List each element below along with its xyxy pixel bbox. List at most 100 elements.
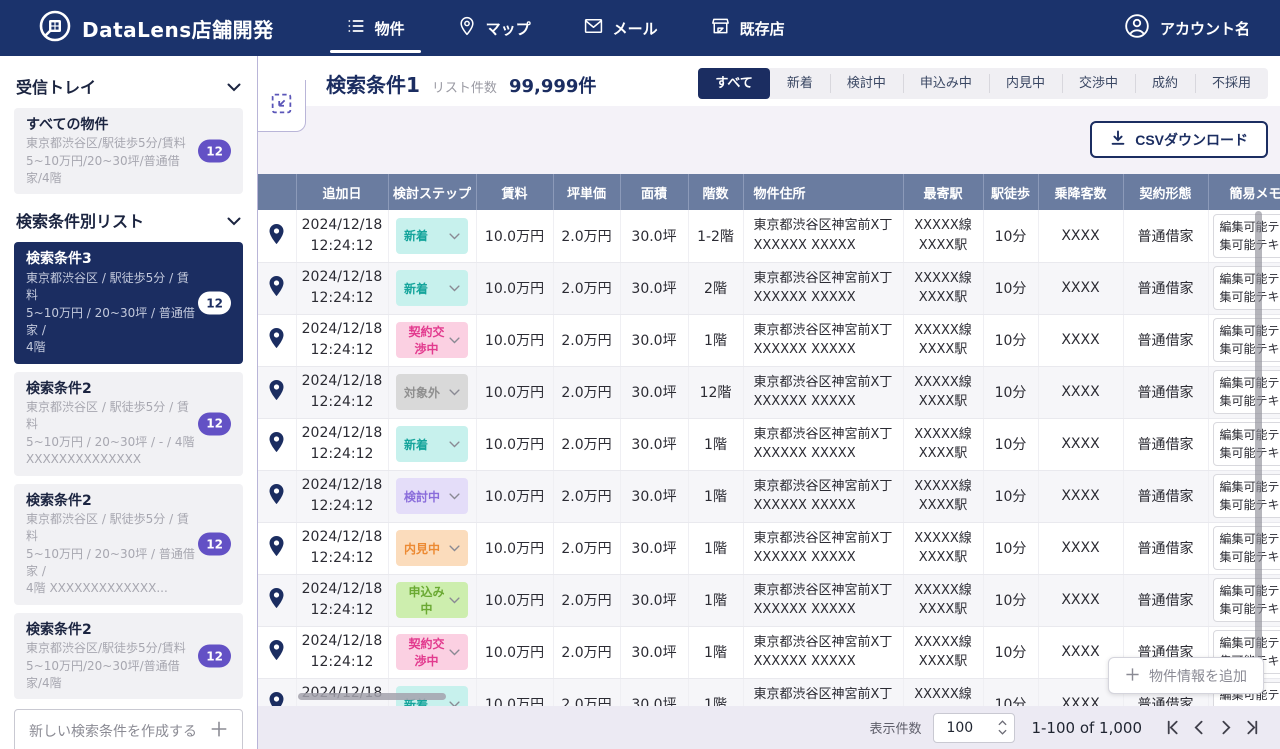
memo-field[interactable]: 編集可能テ集可能テキ bbox=[1213, 474, 1280, 518]
map-pin-icon[interactable] bbox=[266, 338, 287, 354]
search-condition-title: 検索条件2 bbox=[26, 379, 231, 399]
csv-download-button[interactable]: CSVダウンロード bbox=[1090, 121, 1268, 158]
search-condition-item[interactable]: 検索条件2 東京都渋谷区 / 駅徒歩5分 / 賃料5~10万円 / 20~30坪… bbox=[14, 484, 243, 605]
horizontal-scrollbar[interactable] bbox=[298, 693, 446, 700]
cell-floor: 2階 bbox=[688, 262, 743, 314]
memo-field[interactable]: 編集可能テ集可能テキ bbox=[1213, 214, 1280, 258]
search-condition-desc: 東京都渋谷区 / 駅徒歩5分 / 賃料5~10万円 / 20~30坪 / - /… bbox=[26, 399, 231, 469]
table-row[interactable]: 2024/12/1812:24:12 申込み中 10.0万円 2.0万円 30.… bbox=[258, 574, 1280, 626]
memo-field[interactable]: 編集可能テ集可能テキ bbox=[1213, 526, 1280, 570]
pin-column-header bbox=[258, 174, 296, 210]
inbox-section-header[interactable]: 受信トレイ bbox=[14, 68, 243, 108]
last-page-icon[interactable] bbox=[1238, 715, 1264, 741]
top-navbar: DataLens店舗開発 物件マップメール 既存店 アカウント名 bbox=[0, 0, 1280, 56]
status-tab-交渉中[interactable]: 交渉中 bbox=[1062, 68, 1135, 99]
nav-item-map[interactable]: マップ bbox=[431, 0, 557, 56]
memo-field[interactable]: 編集可能テ集可能テキ bbox=[1213, 370, 1280, 414]
table-row[interactable]: 2024/12/1812:24:12 内見中 10.0万円 2.0万円 30.0… bbox=[258, 522, 1280, 574]
status-badge-dropdown[interactable]: 契約交渉中 bbox=[396, 634, 468, 670]
status-badge-dropdown[interactable]: 新着 bbox=[396, 426, 468, 462]
collapse-sidebar-tab[interactable] bbox=[258, 80, 306, 132]
status-tab-不採用[interactable]: 不採用 bbox=[1195, 68, 1268, 99]
prev-page-icon[interactable] bbox=[1186, 715, 1212, 741]
per-page-label: 表示件数 bbox=[869, 718, 921, 737]
cell-status: 申込み中 bbox=[388, 574, 476, 626]
per-page-input[interactable]: 100 bbox=[933, 713, 1015, 743]
memo-field[interactable]: 編集可能テ集可能テキ bbox=[1213, 578, 1280, 622]
spinner-icons[interactable] bbox=[998, 720, 1007, 735]
memo-field[interactable]: 編集可能テ集可能テキ bbox=[1213, 422, 1280, 466]
nav-item-label: 既存店 bbox=[740, 18, 785, 39]
create-search-condition-button[interactable]: 新しい検索条件を作成する bbox=[14, 709, 243, 749]
map-pin-icon[interactable] bbox=[266, 650, 287, 666]
table-row[interactable]: 2024/12/1812:24:12 検討中 10.0万円 2.0万円 30.0… bbox=[258, 470, 1280, 522]
brand: DataLens店舗開発 bbox=[38, 9, 274, 47]
memo-field[interactable]: 編集可能テ集可能テキ bbox=[1213, 266, 1280, 310]
cell-pin bbox=[258, 470, 296, 522]
add-property-button[interactable]: 物件情報を追加 bbox=[1108, 657, 1264, 694]
cell-unit-price: 2.0万円 bbox=[553, 522, 620, 574]
table-row[interactable]: 2024/12/1812:24:12 新着 10.0万円 2.0万円 30.0坪… bbox=[258, 210, 1280, 262]
status-tab-成約[interactable]: 成約 bbox=[1135, 68, 1195, 99]
first-page-icon[interactable] bbox=[1160, 715, 1186, 741]
status-badge-dropdown[interactable]: 対象外 bbox=[396, 374, 468, 410]
vertical-scrollbar[interactable] bbox=[1255, 211, 1262, 689]
status-tab-内見中[interactable]: 内見中 bbox=[989, 68, 1062, 99]
status-badge-dropdown[interactable]: 新着 bbox=[396, 270, 468, 306]
cell-address: 東京都渋谷区神宮前X丁XXXXXX XXXXX bbox=[743, 210, 903, 262]
search-condition-title: 検索条件2 bbox=[26, 620, 231, 640]
nav-item-kisonten[interactable]: 既存店 bbox=[684, 0, 811, 56]
memo-field[interactable]: 編集可能テ集可能テキ bbox=[1213, 318, 1280, 362]
cell-pin bbox=[258, 678, 296, 706]
cell-unit-price: 2.0万円 bbox=[553, 210, 620, 262]
account-menu[interactable]: アカウント名 bbox=[1124, 13, 1250, 43]
cell-floor: 1-2階 bbox=[688, 210, 743, 262]
pagination-bar: 表示件数 100 1-100 of 1,000 bbox=[258, 706, 1280, 749]
cell-contract-type: 普通借家 bbox=[1123, 366, 1208, 418]
cell-added-date: 2024/12/1812:24:12 bbox=[296, 574, 388, 626]
count-badge: 12 bbox=[198, 140, 231, 163]
map-pin-icon[interactable] bbox=[266, 390, 287, 406]
cell-nearest-station: XXXXX線XXXX駅 bbox=[903, 626, 983, 678]
status-badge-dropdown[interactable]: 申込み中 bbox=[396, 582, 468, 618]
status-badge-dropdown[interactable]: 新着 bbox=[396, 218, 468, 254]
cell-floor: 1階 bbox=[688, 678, 743, 706]
nav-item-mail[interactable]: メール bbox=[557, 0, 684, 56]
status-tab-新着[interactable]: 新着 bbox=[770, 68, 830, 99]
next-page-icon[interactable] bbox=[1212, 715, 1238, 741]
table-row[interactable]: 2024/12/1812:24:12 契約交渉中 10.0万円 2.0万円 30… bbox=[258, 314, 1280, 366]
create-search-condition-label: 新しい検索条件を作成する bbox=[29, 721, 197, 741]
table-row[interactable]: 2024/12/1812:24:12 新着 10.0万円 2.0万円 30.0坪… bbox=[258, 418, 1280, 470]
search-condition-item[interactable]: 検索条件2 東京都渋谷区 / 駅徒歩5分 / 賃料5~10万円 / 20~30坪… bbox=[14, 372, 243, 476]
search-condition-item[interactable]: 検索条件3 東京都渋谷区 / 駅徒歩5分 / 賃料5~10万円 / 20~30坪… bbox=[14, 242, 243, 363]
map-pin-icon[interactable] bbox=[266, 494, 287, 510]
table-row[interactable]: 2024/12/1812:24:12 新着 10.0万円 2.0万円 30.0坪… bbox=[258, 262, 1280, 314]
cell-rent: 10.0万円 bbox=[476, 418, 553, 470]
cell-area: 30.0坪 bbox=[620, 574, 688, 626]
map-pin-icon[interactable] bbox=[266, 546, 287, 562]
status-badge-dropdown[interactable]: 契約交渉中 bbox=[396, 322, 468, 358]
map-pin-icon[interactable] bbox=[266, 442, 287, 458]
table-row[interactable]: 2024/12/1812:24:12 対象外 10.0万円 2.0万円 30.0… bbox=[258, 366, 1280, 418]
cell-memo: 編集可能テ集可能テキ bbox=[1208, 418, 1280, 470]
cell-pin bbox=[258, 366, 296, 418]
status-tab-すべて[interactable]: すべて bbox=[698, 68, 770, 99]
search-condition-item[interactable]: 検索条件2 東京都渋谷区/駅徒歩5分/賃料5~10万円/20~30坪/普通借家/… bbox=[14, 613, 243, 699]
search-list-section-header[interactable]: 検索条件別リスト bbox=[14, 202, 243, 242]
inbox-all-properties-item[interactable]: すべての物件東京都渋谷区/駅徒歩5分/賃料5~10万円/20~30坪/普通借家/… bbox=[14, 108, 243, 194]
nav-items: 物件マップメール 既存店 bbox=[320, 0, 811, 56]
status-tab-申込み中[interactable]: 申込み中 bbox=[903, 68, 989, 99]
status-badge-dropdown[interactable]: 検討中 bbox=[396, 478, 468, 514]
map-pin-icon[interactable] bbox=[266, 598, 287, 614]
nav-item-bukken[interactable]: 物件 bbox=[320, 0, 431, 56]
map-pin-icon[interactable] bbox=[266, 286, 287, 302]
cell-added-date: 2024/12/1812:24:12 bbox=[296, 366, 388, 418]
status-badge-dropdown[interactable]: 内見中 bbox=[396, 530, 468, 566]
status-tab-検討中[interactable]: 検討中 bbox=[830, 68, 903, 99]
cell-status: 新着 bbox=[388, 418, 476, 470]
map-pin-icon[interactable] bbox=[266, 234, 287, 250]
table-header-row: 追加日検討ステップ賃料坪単価面積階数物件住所最寄駅駅徒歩乗降客数契約形態簡易メモ bbox=[258, 174, 1280, 210]
cell-rent: 10.0万円 bbox=[476, 522, 553, 574]
column-header-6: 階数 bbox=[688, 174, 743, 210]
cell-pin bbox=[258, 626, 296, 678]
